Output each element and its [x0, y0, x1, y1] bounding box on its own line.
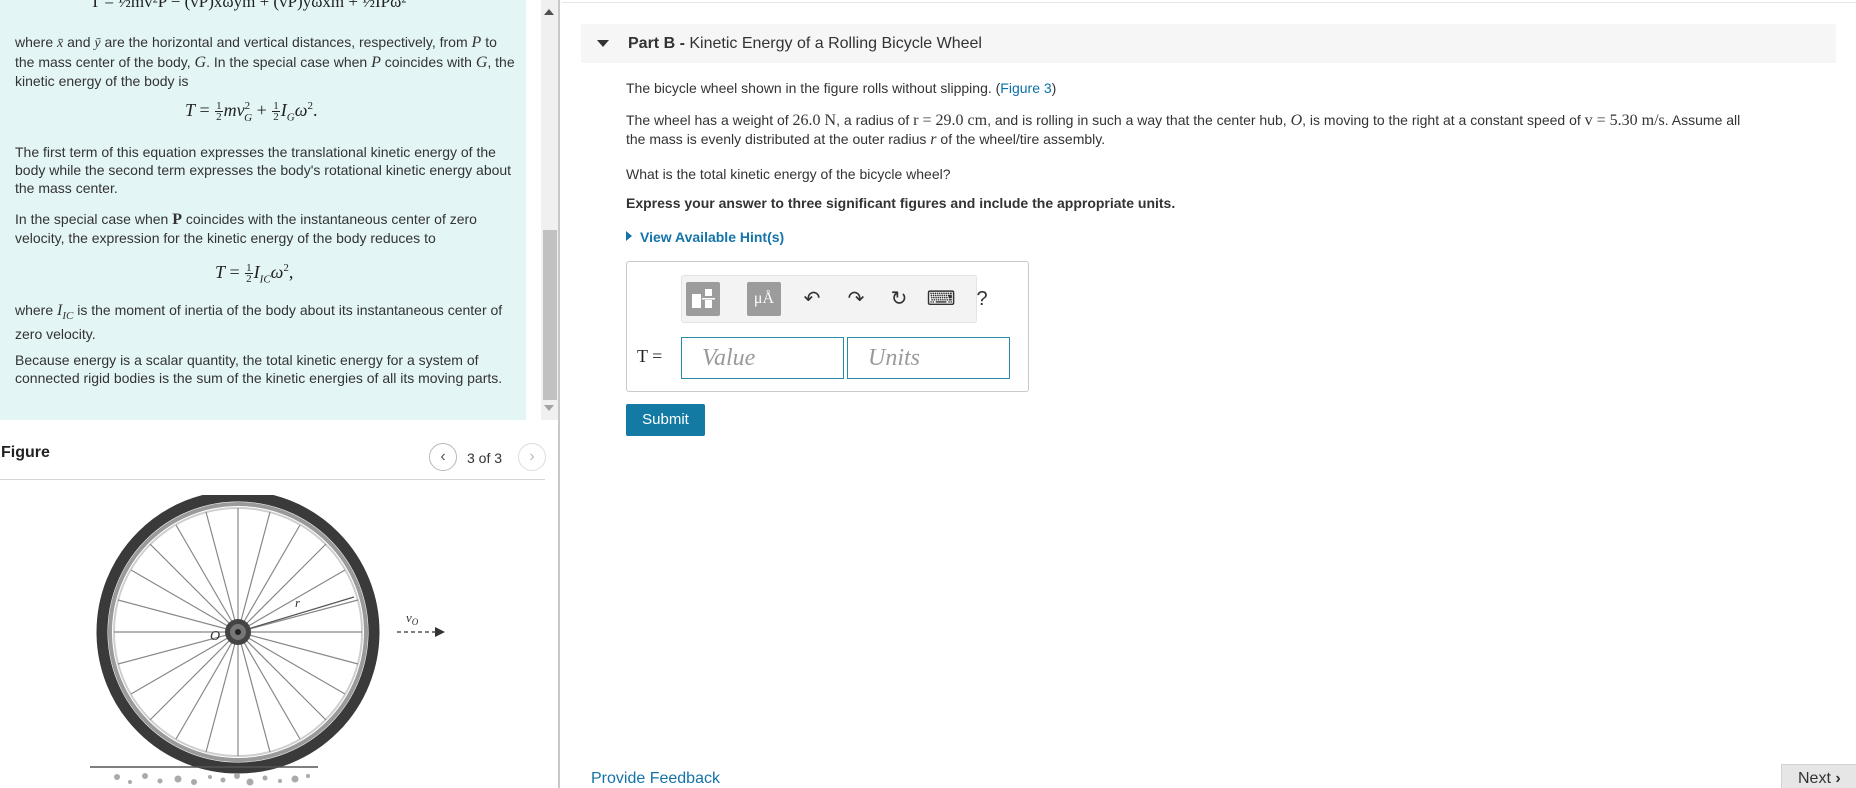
radius-label: r — [295, 595, 301, 610]
ground-gravel — [114, 773, 310, 786]
previous-figure-button[interactable]: ‹ — [429, 443, 457, 471]
scroll-down-icon[interactable] — [544, 405, 554, 411]
figure-title: Figure — [1, 444, 50, 461]
reset-icon[interactable]: ↻ — [882, 282, 916, 316]
top-divider — [562, 2, 1856, 3]
part-title: Part B - Kinetic Energy of a Rolling Bic… — [628, 35, 982, 52]
scroll-up-icon[interactable] — [544, 9, 554, 15]
bicycle-wheel-figure: r O vO — [90, 495, 445, 786]
units-button[interactable]: μÅ — [747, 282, 781, 316]
templates-icon — [692, 289, 715, 308]
units-input[interactable] — [847, 337, 1010, 379]
top-equation: T = ½mv²P − (vP)xωȳm + (vP)yωx̄m + ½IPω² — [90, 0, 407, 11]
math-toolbar: μÅ ↶ ↷ ↻ ⌨ ? — [681, 275, 988, 323]
hub-label: O — [210, 629, 220, 644]
figure-header: Figure — [0, 430, 545, 480]
answer-label: T = — [637, 346, 663, 366]
chevron-right-icon: › — [1835, 770, 1841, 787]
paragraph-scalar: Because energy is a scalar quantity, the… — [15, 352, 503, 386]
right-pane: Part B - Kinetic Energy of a Rolling Bic… — [562, 0, 1856, 788]
paragraph-distances: where x̄ and ȳ are the horizontal and ve… — [15, 34, 515, 89]
reading-scrollbar[interactable] — [541, 0, 558, 420]
ic-equation: T = 1 2 IICω2, — [215, 262, 294, 286]
templates-button[interactable] — [686, 282, 720, 316]
submit-button[interactable]: Submit — [626, 404, 705, 436]
problem-intro: The bicycle wheel shown in the figure ro… — [626, 80, 1057, 96]
answer-box: μÅ ↶ ↷ ↻ ⌨ ? T = — [626, 261, 1029, 392]
paragraph-special-case: In the special case when P coincides wit… — [15, 211, 477, 246]
caret-right-icon — [626, 231, 632, 241]
scroll-thumb[interactable] — [543, 230, 557, 400]
redo-icon[interactable]: ↷ — [839, 282, 873, 316]
figure-counter: 3 of 3 — [467, 450, 503, 466]
help-icon[interactable]: ? — [965, 282, 999, 316]
figure-3-link[interactable]: Figure 3 — [1000, 80, 1051, 96]
view-hints-link[interactable]: View Available Hint(s) — [626, 229, 784, 245]
provide-feedback-link[interactable]: Provide Feedback — [591, 770, 720, 788]
value-input[interactable] — [681, 337, 844, 379]
problem-question: What is the total kinetic energy of the … — [626, 166, 951, 182]
paragraph-inertia: where IIC is the moment of inertia of th… — [15, 302, 503, 342]
problem-instruction: Express your answer to three significant… — [626, 195, 1176, 211]
left-pane: T = ½mv²P − (vP)xωȳm + (vP)yωx̄m + ½IPω²… — [0, 0, 560, 788]
reading-panel: T = ½mv²P − (vP)xωȳm + (vP)yωx̄m + ½IPω²… — [0, 0, 526, 420]
caret-down-icon[interactable] — [597, 40, 609, 47]
problem-statement: The wheel has a weight of 26.0 N, a radi… — [626, 112, 1741, 148]
paragraph-translational: The first term of this equation expresse… — [15, 144, 512, 196]
next-button[interactable]: Next › — [1781, 764, 1856, 788]
keyboard-icon[interactable]: ⌨ — [924, 282, 958, 316]
next-figure-button[interactable]: › — [518, 443, 546, 471]
velocity-label: vO — [406, 610, 419, 627]
undo-icon[interactable]: ↶ — [795, 282, 829, 316]
kinetic-energy-equation: T = 1 2 mv2G + 1 2 IGω2. — [185, 100, 318, 124]
part-header[interactable]: Part B - Kinetic Energy of a Rolling Bic… — [581, 24, 1836, 63]
